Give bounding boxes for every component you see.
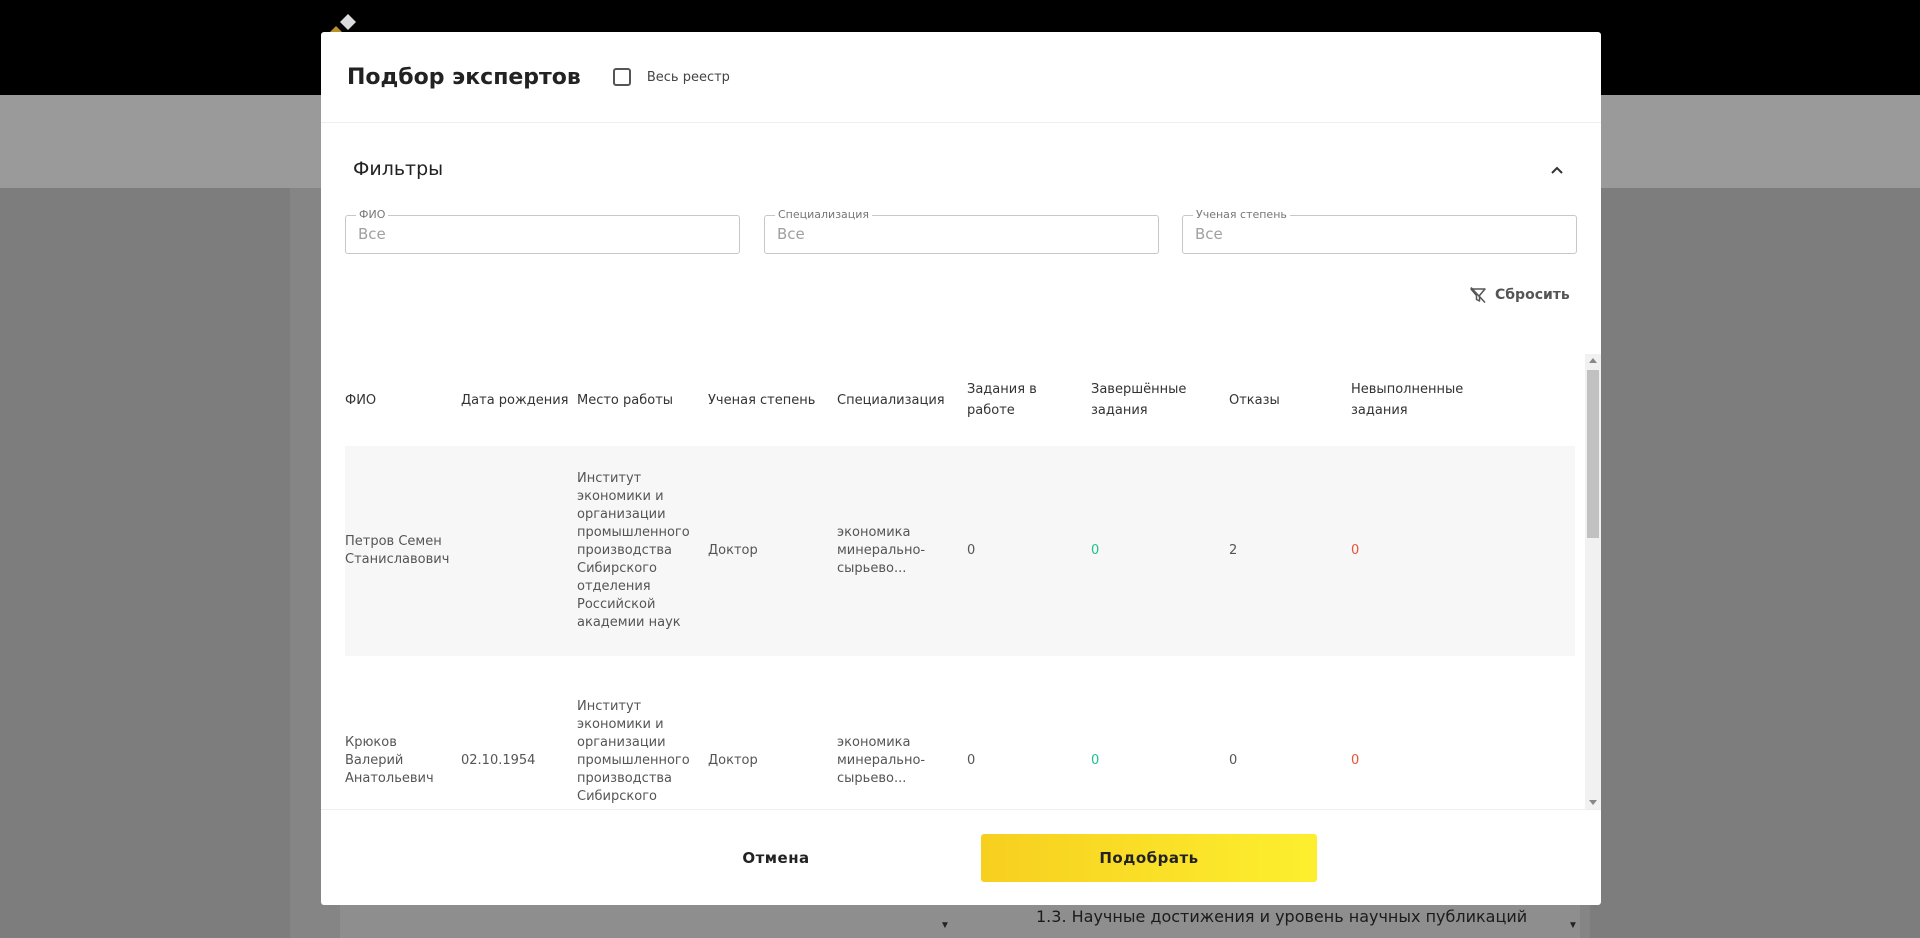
filter-off-icon <box>1470 286 1486 304</box>
column-header-workplace[interactable]: Место работы <box>577 354 705 446</box>
cell-fio: Крюков Валерий Анатольевич <box>345 735 434 786</box>
filters-title: Фильтры <box>353 158 444 180</box>
table-row[interactable]: Петров Семен Станиславович Институт экон… <box>345 446 1575 656</box>
column-header-unfulfilled[interactable]: Невыполненные задания <box>1351 354 1481 446</box>
whole-registry-checkbox[interactable] <box>612 68 631 86</box>
column-header-degree[interactable]: Ученая степень <box>708 354 834 446</box>
column-header-in-progress[interactable]: Задания в работе <box>967 354 1055 446</box>
expert-selection-modal: Подбор экспертов Весь реестр Фильтры ФИО… <box>321 32 1601 905</box>
cancel-button[interactable]: Отмена <box>701 834 851 882</box>
cell-specialization: экономика минерально-сырьево... <box>837 735 926 786</box>
table-scrollbar[interactable] <box>1585 354 1601 809</box>
modal-title: Подбор экспертов <box>347 64 581 90</box>
scrollbar-thumb[interactable] <box>1587 370 1599 538</box>
modal-header: Подбор экспертов Весь реестр <box>321 32 1601 123</box>
modal-footer: Отмена Подобрать <box>321 809 1601 905</box>
specialization-filter-input[interactable] <box>777 225 1137 243</box>
scroll-up-arrow-icon[interactable] <box>1589 358 1597 363</box>
cell-degree: Доктор <box>708 753 758 768</box>
chevron-up-icon[interactable] <box>1549 162 1565 178</box>
table-header: ФИО Дата рождения Место работы Ученая ст… <box>345 354 1575 446</box>
specialization-filter-field[interactable]: Специализация <box>764 208 1159 254</box>
fio-filter-input[interactable] <box>358 225 718 243</box>
cell-fio: Петров Семен Станиславович <box>345 534 450 567</box>
fio-filter-label: ФИО <box>356 208 389 221</box>
chevron-down-icon: ▼ <box>940 920 950 931</box>
whole-registry-label[interactable]: Весь реестр <box>647 70 730 85</box>
reset-filters-label[interactable]: Сбросить <box>1495 287 1570 303</box>
degree-filter-label: Ученая степень <box>1193 208 1290 221</box>
background-section-text: 1.3. Научные достижения и уровень научны… <box>1036 907 1528 926</box>
column-header-specialization[interactable]: Специализация <box>837 354 963 446</box>
cell-in-progress: 0 <box>967 753 976 768</box>
cell-degree: Доктор <box>708 543 758 558</box>
cell-completed: 0 <box>1091 753 1100 768</box>
experts-table: ФИО Дата рождения Место работы Ученая ст… <box>345 354 1575 809</box>
cell-unfulfilled: 0 <box>1351 753 1360 768</box>
degree-filter-input[interactable] <box>1195 225 1555 243</box>
cell-in-progress: 0 <box>967 543 976 558</box>
cell-specialization: экономика минерально-сырьево... <box>837 525 926 576</box>
column-header-birth-date[interactable]: Дата рождения <box>461 354 571 446</box>
cell-completed: 0 <box>1091 543 1100 558</box>
cell-birth-date <box>461 446 571 656</box>
chevron-down-icon: ▼ <box>1568 920 1578 931</box>
cell-workplace: Институт экономики и организации промышл… <box>577 699 690 809</box>
column-header-refusals[interactable]: Отказы <box>1229 354 1329 446</box>
scroll-down-arrow-icon[interactable] <box>1589 800 1597 805</box>
table-row[interactable]: Крюков Валерий Анатольевич 02.10.1954 Ин… <box>345 656 1575 809</box>
cell-refusals: 0 <box>1229 753 1238 768</box>
degree-filter-field[interactable]: Ученая степень <box>1182 208 1577 254</box>
fio-filter-field[interactable]: ФИО <box>345 208 740 254</box>
reset-filters-button[interactable]: Сбросить <box>1469 286 1570 304</box>
cell-refusals: 2 <box>1229 543 1238 558</box>
column-header-fio[interactable]: ФИО <box>345 354 455 446</box>
column-header-completed[interactable]: Завершённые задания <box>1091 354 1201 446</box>
select-experts-button[interactable]: Подобрать <box>981 834 1317 882</box>
cell-unfulfilled: 0 <box>1351 543 1360 558</box>
cell-birth-date: 02.10.1954 <box>461 753 536 768</box>
cell-workplace: Институт экономики и организации промышл… <box>577 471 690 630</box>
specialization-filter-label: Специализация <box>775 208 873 221</box>
